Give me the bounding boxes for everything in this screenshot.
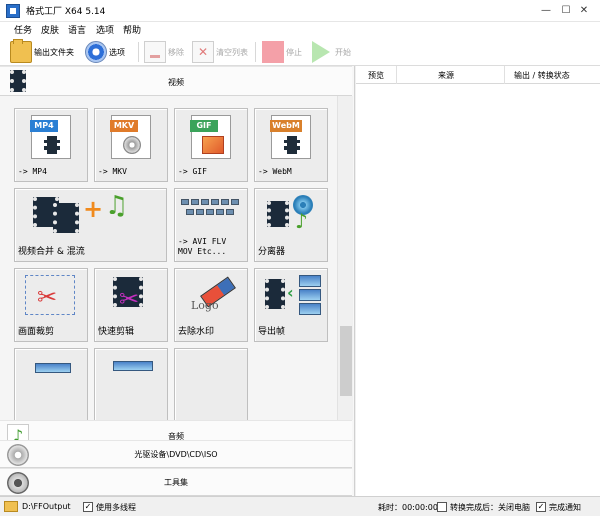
options-button[interactable]: 选项 xyxy=(85,40,125,64)
after-done-label: 转换完成后：关闭电脑 xyxy=(450,503,530,512)
start-button[interactable]: 开始 xyxy=(312,40,351,64)
crop-icon: ✂ xyxy=(15,269,89,319)
clear-list-icon xyxy=(192,41,214,63)
stop-button[interactable]: 停止 xyxy=(262,40,302,64)
tile-video-merge[interactable]: + ♫ 视频合并 & 混流 xyxy=(14,188,167,262)
remove-button[interactable]: 移除 xyxy=(144,40,184,64)
tile-label: 导出帧 xyxy=(258,327,286,337)
play-icon xyxy=(312,41,330,63)
category-video[interactable]: 视频 xyxy=(0,66,352,96)
tile-label: -> WebM xyxy=(258,167,292,176)
toolbar-separator xyxy=(255,42,256,62)
tile-to-gif[interactable]: GIF -> GIF xyxy=(174,108,248,182)
tile-quick-cut[interactable]: ✂ 快速剪辑 xyxy=(94,268,168,342)
splitter-icon: ♪ xyxy=(255,189,329,239)
status-bar: D:\FFOutput ✓ 使用多线程 耗时：00:00:00 转换完成后：关闭… xyxy=(0,496,600,516)
output-folder-button[interactable]: 输出文件夹 xyxy=(10,39,74,64)
tile-partial[interactable] xyxy=(94,348,168,420)
multithread-label: 使用多线程 xyxy=(96,503,136,512)
task-list[interactable]: 预览 来源 输出 / 转换状态 xyxy=(356,66,600,496)
elapsed-time: 耗时：00:00:00 xyxy=(378,503,438,512)
close-button[interactable]: ✕ xyxy=(566,0,600,22)
output-path[interactable]: D:\FFOutput xyxy=(22,502,71,511)
notify-checkbox[interactable]: ✓ xyxy=(536,502,546,512)
title-bar: 格式工厂 X64 5.14 — ☐ ✕ xyxy=(0,0,600,22)
tile-label: 画面裁剪 xyxy=(18,327,55,337)
category-disc-label: 光驱设备\DVD\CD\ISO xyxy=(134,450,218,459)
folder-icon xyxy=(4,501,18,512)
remove-icon xyxy=(144,41,166,63)
output-folder-label: 输出文件夹 xyxy=(34,47,74,57)
webm-file-icon: WebM xyxy=(270,115,311,159)
tile-label: -> MKV xyxy=(98,167,127,176)
after-done-checkbox[interactable] xyxy=(437,502,447,512)
column-output-status[interactable]: 输出 / 转换状态 xyxy=(514,70,570,81)
stop-icon xyxy=(262,41,284,63)
category-panel: 视频 MP4 -> MP4 MKV -> MKV GIF -> GIF WebM… xyxy=(0,66,355,510)
tile-remove-watermark[interactable]: Logo 去除水印 xyxy=(174,268,248,342)
webm-badge: WebM xyxy=(270,120,302,132)
toolbar-separator xyxy=(138,42,139,62)
tile-label: 分离器 xyxy=(258,247,286,257)
window-title: 格式工厂 X64 5.14 xyxy=(26,7,106,17)
folder-icon xyxy=(10,39,32,63)
app-icon xyxy=(6,4,20,18)
column-source[interactable]: 来源 xyxy=(438,70,454,81)
mkv-file-icon: MKV xyxy=(110,115,151,159)
menu-language[interactable]: 语言 xyxy=(68,23,86,36)
mp4-file-icon: MP4 xyxy=(30,115,71,159)
start-label: 开始 xyxy=(335,47,351,57)
tile-to-mkv[interactable]: MKV -> MKV xyxy=(94,108,168,182)
tile-splitter[interactable]: ♪ 分离器 xyxy=(254,188,328,262)
gif-file-icon: GIF xyxy=(190,115,231,159)
category-disc[interactable]: 光驱设备\DVD\CD\ISO xyxy=(0,440,352,468)
tile-label: 去除水印 xyxy=(178,327,215,337)
remove-label: 移除 xyxy=(168,47,184,57)
multithread-checkbox[interactable]: ✓ xyxy=(83,502,93,512)
tile-to-mp4[interactable]: MP4 -> MP4 xyxy=(14,108,88,182)
eraser-icon: Logo xyxy=(175,269,249,319)
options-label: 选项 xyxy=(109,47,125,57)
category-toolbox-label: 工具集 xyxy=(164,478,188,487)
tile-label: 视频合并 & 混流 xyxy=(18,247,85,257)
tile-partial[interactable] xyxy=(14,348,88,420)
tile-label: -> MP4 xyxy=(18,167,47,176)
menu-help[interactable]: 帮助 xyxy=(123,23,141,36)
task-list-header: 预览 来源 输出 / 转换状态 xyxy=(356,66,600,84)
tile-label: 快速剪辑 xyxy=(98,327,135,337)
tile-partial[interactable] xyxy=(174,348,248,420)
quick-cut-icon: ✂ xyxy=(95,269,169,319)
vertical-scrollbar[interactable] xyxy=(337,96,353,420)
menu-bar: 任务 皮肤 语言 选项 帮助 xyxy=(0,22,600,36)
mkv-badge: MKV xyxy=(110,120,138,132)
category-video-label: 视频 xyxy=(168,78,184,87)
video-tools-grid: MP4 -> MP4 MKV -> MKV GIF -> GIF WebM ->… xyxy=(0,96,337,420)
formats-icon xyxy=(181,199,241,219)
merge-icon: + ♫ xyxy=(15,189,165,239)
notify-label: 完成通知 xyxy=(549,503,581,512)
settings-icon xyxy=(85,41,107,63)
menu-skin[interactable]: 皮肤 xyxy=(41,23,59,36)
toolbar: 输出文件夹 选项 移除 清空列表 停止 开始 xyxy=(0,36,600,66)
gif-badge: GIF xyxy=(190,120,218,132)
mp4-badge: MP4 xyxy=(30,120,58,132)
tile-export-frames[interactable]: ‹ 导出帧 xyxy=(254,268,328,342)
tile-label: -> GIF xyxy=(178,167,207,176)
category-toolbox[interactable]: 工具集 xyxy=(0,468,352,496)
tile-crop[interactable]: ✂ 画面裁剪 xyxy=(14,268,88,342)
clear-list-label: 清空列表 xyxy=(216,47,248,57)
stop-label: 停止 xyxy=(286,47,302,57)
tile-label: -> AVI FLV MOV Etc... xyxy=(178,237,227,256)
scrollbar-thumb[interactable] xyxy=(340,326,352,396)
menu-tasks[interactable]: 任务 xyxy=(14,23,32,36)
menu-options[interactable]: 选项 xyxy=(96,23,114,36)
clear-list-button[interactable]: 清空列表 xyxy=(192,40,248,64)
tile-other-formats[interactable]: -> AVI FLV MOV Etc... xyxy=(174,188,248,262)
tile-to-webm[interactable]: WebM -> WebM xyxy=(254,108,328,182)
logo-word: Logo xyxy=(191,299,219,312)
column-preview[interactable]: 预览 xyxy=(368,70,384,81)
export-frames-icon: ‹ xyxy=(255,269,329,319)
